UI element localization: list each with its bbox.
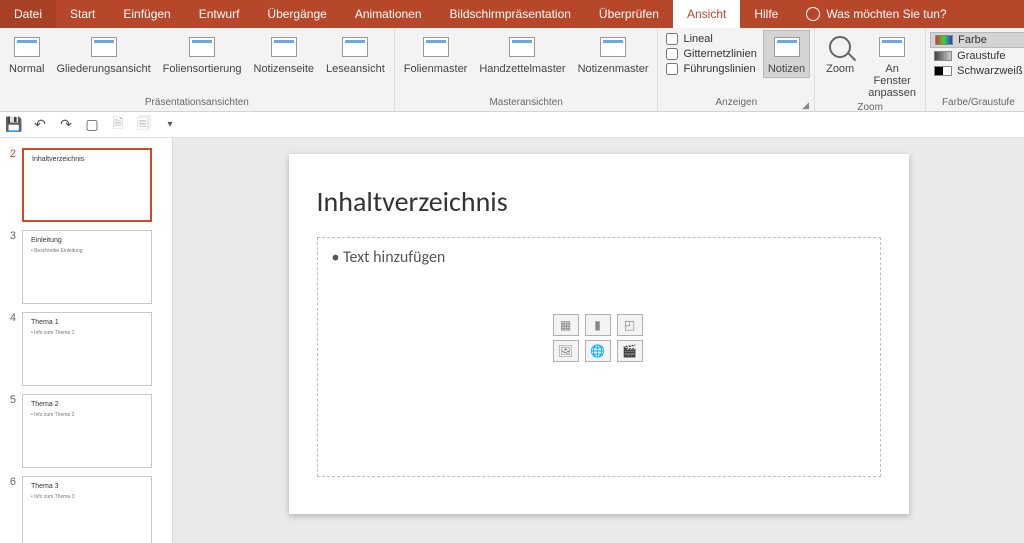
group-show-label: Anzeigen	[662, 97, 810, 110]
tab-file[interactable]: Datei	[0, 0, 56, 28]
group-presentation-views: Normal Gliederungsansicht Foliensortieru…	[0, 28, 395, 111]
slide-thumbnail[interactable]: 3Einleitung• Beschreibe Einleitung	[0, 226, 172, 308]
zoom-icon	[824, 33, 856, 61]
ruler-checkbox-input[interactable]	[666, 33, 678, 45]
customize-qat-icon[interactable]: ▾	[162, 117, 178, 133]
group-color-grayscale: Farbe Graustufe Schwarzweiß Farbe/Graust…	[926, 28, 1024, 111]
group-color-label: Farbe/Graustufe	[930, 97, 1024, 110]
slide-number: 6	[4, 476, 16, 543]
notes-master-icon	[597, 33, 629, 61]
slide-thumbnails-panel[interactable]: 2Inhaltverzeichnis3Einleitung• Beschreib…	[0, 138, 173, 543]
tab-view[interactable]: Ansicht	[673, 0, 740, 28]
slide-master-icon	[420, 33, 452, 61]
slide-thumbnail-preview: Thema 2• Info zum Thema 2	[22, 394, 152, 468]
content-placeholder[interactable]: Text hinzufügen ▦ ▮ ◰ 🖼 🌐 🎬	[317, 237, 881, 477]
slide-thumbnail[interactable]: 4Thema 1• Info zum Thema 1	[0, 308, 172, 390]
notes-page-icon	[268, 33, 300, 61]
reading-view-button[interactable]: Leseansicht	[321, 30, 390, 78]
slide-thumbnail-preview: Thema 3• Info zum Thema 3	[22, 476, 152, 543]
tab-design[interactable]: Entwurf	[185, 0, 254, 28]
notes-master-button[interactable]: Notizenmaster	[573, 30, 654, 78]
group-show: Lineal Gitternetzlinien Führungslinien N…	[658, 28, 815, 111]
slide-number: 4	[4, 312, 16, 386]
outline-view-button[interactable]: Gliederungsansicht	[51, 30, 155, 78]
slide-canvas: Inhaltverzeichnis Text hinzufügen ▦ ▮ ◰ …	[173, 138, 1024, 543]
start-from-beginning-icon[interactable]: ▢	[84, 117, 100, 133]
tab-animations[interactable]: Animationen	[341, 0, 436, 28]
redo-icon[interactable]: ↷	[58, 117, 74, 133]
media-icons-grid: ▦ ▮ ◰ 🖼 🌐 🎬	[553, 314, 645, 362]
placeholder-text[interactable]: Text hinzufügen	[332, 248, 866, 267]
save-icon[interactable]: 💾	[6, 117, 22, 133]
group-zoom-label: Zoom	[819, 102, 921, 115]
handout-master-icon	[506, 33, 538, 61]
handout-master-button[interactable]: Handzettelmaster	[474, 30, 570, 78]
guides-checkbox[interactable]: Führungslinien	[662, 62, 760, 76]
group-presentation-views-label: Präsentationsansichten	[4, 97, 390, 110]
tab-insert[interactable]: Einfügen	[109, 0, 184, 28]
slide-sorter-icon	[186, 33, 218, 61]
slide-thumbnail[interactable]: 6Thema 3• Info zum Thema 3	[0, 472, 172, 543]
lightbulb-icon	[806, 7, 820, 21]
reading-view-icon	[339, 33, 371, 61]
gridlines-checkbox[interactable]: Gitternetzlinien	[662, 47, 760, 61]
guides-checkbox-input[interactable]	[666, 63, 678, 75]
notes-button[interactable]: Notizen	[763, 30, 810, 78]
quick-access-toolbar: 💾 ↶ ↷ ▢ 🗎 🗐 ▾	[0, 112, 1024, 138]
normal-view-button[interactable]: Normal	[4, 30, 49, 78]
qat-icon-1[interactable]: 🗎	[110, 117, 126, 133]
zoom-button[interactable]: Zoom	[819, 30, 861, 78]
slide-thumbnail-preview: Inhaltverzeichnis	[22, 148, 152, 222]
grayscale-button[interactable]: Graustufe	[930, 49, 1024, 63]
group-zoom: Zoom An Fenster anpassen Zoom	[815, 28, 926, 111]
slide-thumbnail-preview: Thema 1• Info zum Thema 1	[22, 312, 152, 386]
insert-video-icon[interactable]: 🎬	[617, 340, 643, 362]
normal-view-icon	[11, 33, 43, 61]
ruler-checkbox[interactable]: Lineal	[662, 32, 760, 46]
ribbon: Normal Gliederungsansicht Foliensortieru…	[0, 28, 1024, 112]
slide-thumbnail-preview: Einleitung• Beschreibe Einleitung	[22, 230, 152, 304]
slide[interactable]: Inhaltverzeichnis Text hinzufügen ▦ ▮ ◰ …	[289, 154, 909, 514]
bw-swatch-icon	[934, 66, 952, 76]
gridlines-checkbox-input[interactable]	[666, 48, 678, 60]
slide-thumbnail[interactable]: 2Inhaltverzeichnis	[0, 144, 172, 226]
insert-table-icon[interactable]: ▦	[553, 314, 579, 336]
notes-page-button[interactable]: Notizenseite	[249, 30, 320, 78]
qat-icon-2[interactable]: 🗐	[136, 117, 152, 133]
fit-window-icon	[876, 33, 908, 61]
slide-title[interactable]: Inhaltverzeichnis	[317, 184, 881, 219]
tab-slideshow[interactable]: Bildschirmpräsentation	[436, 0, 585, 28]
insert-smartart-icon[interactable]: ◰	[617, 314, 643, 336]
color-button[interactable]: Farbe	[930, 32, 1024, 48]
slide-sorter-button[interactable]: Foliensortierung	[158, 30, 247, 78]
tab-transitions[interactable]: Übergänge	[253, 0, 340, 28]
group-master-views: Folienmaster Handzettelmaster Notizenmas…	[395, 28, 659, 111]
slide-master-button[interactable]: Folienmaster	[399, 30, 473, 78]
notes-icon	[771, 33, 803, 61]
blackwhite-button[interactable]: Schwarzweiß	[930, 64, 1024, 78]
color-swatch-icon	[935, 35, 953, 45]
menu-tabs: Datei Start Einfügen Entwurf Übergänge A…	[0, 0, 1024, 28]
tab-review[interactable]: Überprüfen	[585, 0, 673, 28]
tell-me-text: Was möchten Sie tun?	[826, 7, 946, 21]
tab-start[interactable]: Start	[56, 0, 109, 28]
insert-picture-icon[interactable]: 🖼	[553, 340, 579, 362]
show-dialog-launcher[interactable]: ◢	[802, 100, 812, 110]
slide-number: 3	[4, 230, 16, 304]
tab-help[interactable]: Hilfe	[740, 0, 792, 28]
group-master-views-label: Masteransichten	[399, 97, 654, 110]
slide-number: 2	[4, 148, 16, 222]
slide-number: 5	[4, 394, 16, 468]
slide-thumbnail[interactable]: 5Thema 2• Info zum Thema 2	[0, 390, 172, 472]
work-area: 2Inhaltverzeichnis3Einleitung• Beschreib…	[0, 138, 1024, 543]
insert-online-picture-icon[interactable]: 🌐	[585, 340, 611, 362]
undo-icon[interactable]: ↶	[32, 117, 48, 133]
grayscale-swatch-icon	[934, 51, 952, 61]
tell-me[interactable]: Was möchten Sie tun?	[792, 0, 960, 28]
fit-window-button[interactable]: An Fenster anpassen	[863, 30, 921, 102]
insert-chart-icon[interactable]: ▮	[585, 314, 611, 336]
outline-view-icon	[88, 33, 120, 61]
